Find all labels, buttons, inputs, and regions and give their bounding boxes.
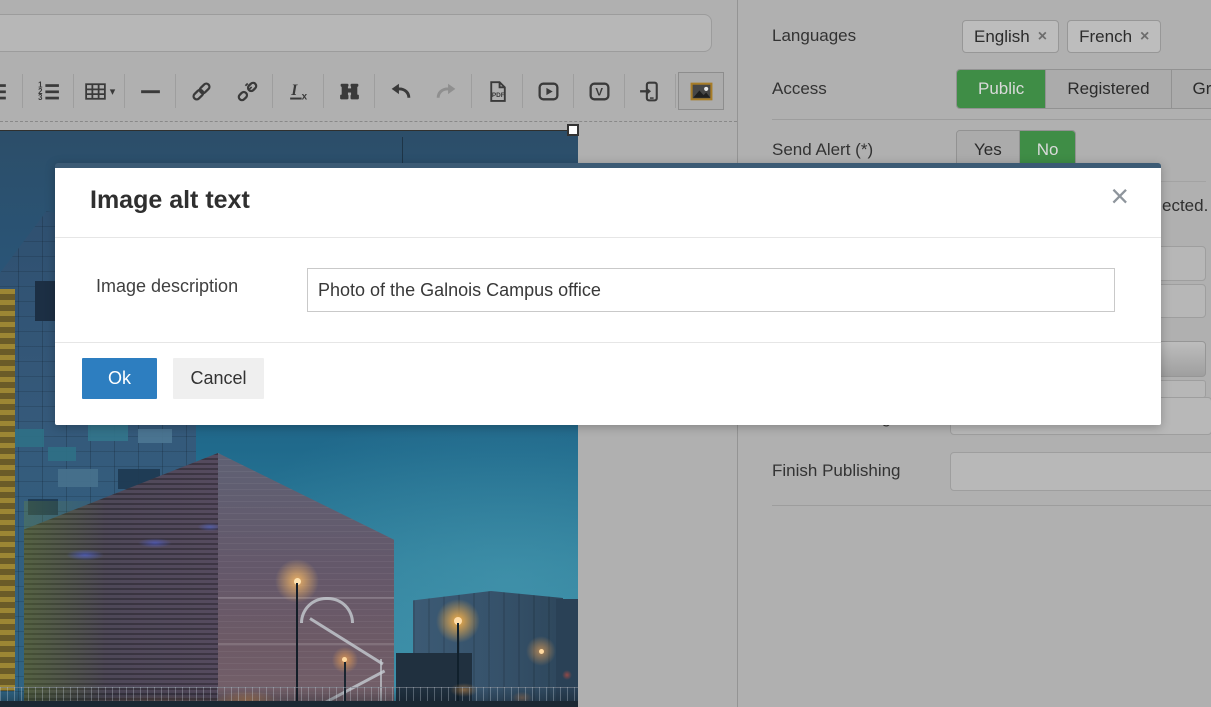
horizontal-rule-icon[interactable] <box>127 72 173 110</box>
toolbar-separator <box>323 74 324 108</box>
toolbar-separator <box>73 74 74 108</box>
table-icon[interactable]: ▾ <box>76 72 122 110</box>
panel-field-edge <box>1161 181 1206 182</box>
language-tag-french[interactable]: French × <box>1067 20 1161 53</box>
ok-button[interactable]: Ok <box>82 358 157 399</box>
clear-formatting-icon[interactable]: Ix <box>275 72 321 110</box>
toolbar-separator <box>22 74 23 108</box>
panel-divider <box>772 119 1211 120</box>
access-option-registered[interactable]: Registered <box>1046 70 1171 108</box>
finish-publishing-label: Finish Publishing <box>772 461 901 481</box>
dialog-footer-divider <box>55 342 1161 343</box>
svg-text:PDF: PDF <box>491 92 504 99</box>
access-label: Access <box>772 79 827 99</box>
page: 123▾IxPDFV L <box>0 0 1211 707</box>
toolbar-separator <box>471 74 472 108</box>
media-play-icon[interactable] <box>525 72 571 110</box>
clipped-panel-text: ected. <box>1162 196 1208 216</box>
toolbar-separator <box>624 74 625 108</box>
dialog-title: Image alt text <box>90 186 250 215</box>
find-icon[interactable] <box>326 72 372 110</box>
photo-tower-panel <box>35 281 57 321</box>
language-tag-label: French <box>1079 27 1132 47</box>
mobile-insert-icon[interactable] <box>627 72 673 110</box>
toolbar-separator <box>675 74 676 108</box>
image-resize-handle[interactable] <box>567 124 579 136</box>
image-description-label: Image description <box>96 276 238 297</box>
caret-down-icon: ▾ <box>110 85 116 98</box>
toolbar-separator <box>374 74 375 108</box>
editor-toolbar: 123 ▾ Ix PDF V <box>0 71 724 111</box>
language-tag-label: English <box>974 27 1030 47</box>
vimeo-icon[interactable]: V <box>576 72 622 110</box>
access-option-gr[interactable]: Gr <box>1172 70 1211 108</box>
send-alert-label: Send Alert (*) <box>772 140 873 160</box>
remove-tag-icon[interactable]: × <box>1140 28 1149 46</box>
cancel-button[interactable]: Cancel <box>173 358 264 399</box>
link-icon[interactable] <box>178 72 224 110</box>
toolbar-divider <box>0 121 737 122</box>
photo-streetlight <box>539 649 544 654</box>
close-icon[interactable]: × <box>1110 180 1129 212</box>
toolbar-separator <box>573 74 574 108</box>
image-alt-dialog: Image alt text × Image description Ok Ca… <box>55 163 1161 425</box>
toolbar-separator <box>272 74 273 108</box>
svg-text:V: V <box>595 86 603 98</box>
language-tag-english[interactable]: English × <box>962 20 1059 53</box>
photo-ground <box>0 701 578 707</box>
image-description-input[interactable] <box>307 268 1115 312</box>
access-option-public[interactable]: Public <box>957 70 1046 108</box>
access-button-group: PublicRegisteredGr <box>956 69 1211 109</box>
pdf-embed-icon[interactable]: PDF <box>474 72 520 110</box>
toolbar-separator <box>522 74 523 108</box>
ordered-list-icon[interactable]: 123 <box>25 72 71 110</box>
languages-label: Languages <box>772 26 856 46</box>
undo-icon[interactable] <box>377 72 423 110</box>
remove-tag-icon[interactable]: × <box>1038 28 1047 46</box>
unlink-icon[interactable] <box>224 72 270 110</box>
article-title-field[interactable] <box>0 14 712 52</box>
toolbar-separator <box>175 74 176 108</box>
svg-text:I: I <box>290 82 298 99</box>
image-icon[interactable] <box>678 72 724 110</box>
toolbar-separator <box>124 74 125 108</box>
dialog-header-divider <box>55 237 1161 238</box>
photo-cube-seam <box>218 643 394 645</box>
languages-tags: English × French × <box>962 20 1161 53</box>
bullet-list-icon[interactable] <box>0 72 20 110</box>
photo-gold-facade <box>0 289 15 691</box>
redo-icon[interactable] <box>423 72 469 110</box>
svg-text:x: x <box>301 91 307 102</box>
panel-divider <box>772 505 1211 506</box>
finish-publishing-input[interactable] <box>950 452 1211 491</box>
svg-text:3: 3 <box>38 93 43 102</box>
